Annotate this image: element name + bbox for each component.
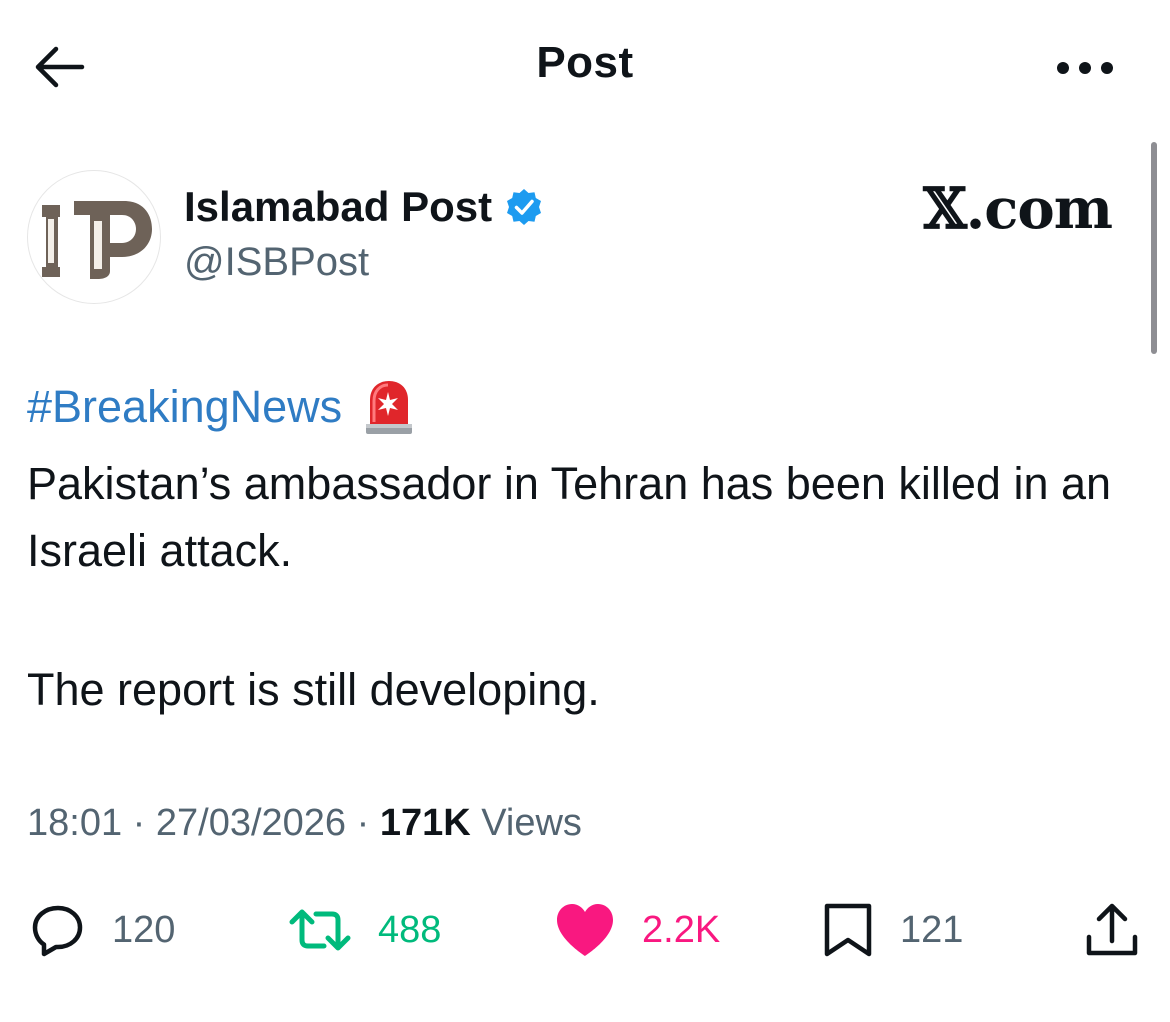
meta-separator: · (122, 802, 156, 844)
like-button[interactable]: 2.2K (554, 895, 720, 965)
repost-button[interactable]: 488 (288, 895, 441, 965)
bookmark-count: 121 (900, 908, 964, 951)
reply-icon (32, 905, 83, 957)
like-count: 2.2K (642, 908, 721, 951)
more-button[interactable] (1055, 58, 1115, 78)
post-text-line1: Pakistan’s ambassador in Tehran has been… (27, 458, 1112, 576)
verified-badge-icon (507, 189, 542, 225)
repost-count: 488 (378, 908, 442, 951)
police-siren-icon (366, 381, 413, 434)
islamabad-post-logo-icon (42, 201, 152, 279)
page-title: Post (536, 38, 634, 87)
x-com-watermark: 𝕏.com (923, 176, 1113, 242)
author-name-text: Islamabad Post (184, 183, 493, 230)
views-count[interactable]: 171K (380, 802, 471, 844)
hashtag-line: #BreakingNews (27, 378, 414, 436)
post-body: Pakistan’s ambassador in Tehran has been… (27, 450, 1147, 584)
post-page: Post Islamabad Post @ISBPost 𝕏.com #Brea… (0, 0, 1170, 1022)
scrollbar[interactable] (1151, 142, 1157, 354)
bookmark-icon (824, 903, 872, 957)
reply-count: 120 (112, 908, 176, 951)
share-button[interactable] (1084, 895, 1140, 965)
reply-button[interactable]: 120 (30, 895, 175, 965)
post-date[interactable]: 27/03/2026 (156, 802, 346, 844)
post-time[interactable]: 18:01 (27, 802, 122, 844)
more-horizontal-icon (1057, 62, 1113, 74)
hashtag-link[interactable]: #BreakingNews (27, 381, 342, 433)
author-handle[interactable]: @ISBPost (184, 240, 369, 285)
share-icon (1086, 903, 1138, 956)
post-text-line2: The report is still developing. (27, 664, 600, 715)
views-label: Views (470, 802, 582, 844)
post-meta: 18:01 · 27/03/2026 · 171K Views (27, 802, 582, 845)
repost-icon (289, 909, 351, 951)
bookmark-button[interactable]: 121 (822, 895, 963, 965)
meta-separator: · (346, 802, 380, 844)
heart-icon (557, 904, 613, 956)
author-name[interactable]: Islamabad Post (184, 183, 544, 231)
action-bar: 120 488 2.2K 121 (0, 895, 1170, 965)
avatar[interactable] (27, 170, 161, 304)
